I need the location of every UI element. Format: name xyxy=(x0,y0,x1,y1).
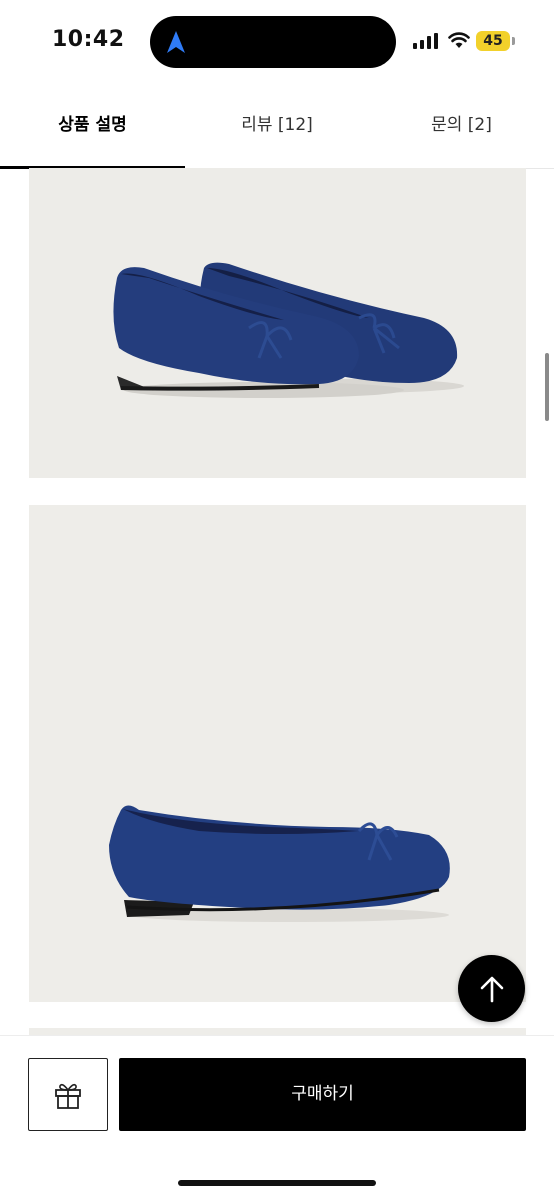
tab-description[interactable]: 상품 설명 xyxy=(0,84,185,168)
cellular-signal-icon xyxy=(413,33,438,49)
scroll-to-top-button[interactable] xyxy=(458,955,525,1022)
tab-bar: 상품 설명 리뷰 [12] 문의 [2] xyxy=(0,84,554,169)
gift-button[interactable] xyxy=(28,1058,108,1131)
dynamic-island xyxy=(150,16,396,68)
home-indicator xyxy=(178,1180,376,1186)
tab-inquiries[interactable]: 문의 [2] xyxy=(369,84,554,168)
product-image-single xyxy=(29,505,526,1002)
status-bar: 10:42 45 xyxy=(0,0,554,84)
buy-button[interactable]: 구매하기 xyxy=(119,1058,526,1131)
product-description xyxy=(0,168,554,1035)
scrollbar[interactable] xyxy=(545,353,549,421)
status-time: 10:42 xyxy=(52,27,125,52)
arrow-up-icon xyxy=(480,976,503,1002)
purchase-bar: 구매하기 xyxy=(0,1035,554,1201)
navigation-arrow-icon xyxy=(167,31,185,53)
battery-tip xyxy=(512,37,515,45)
gift-icon xyxy=(55,1083,81,1109)
tab-reviews[interactable]: 리뷰 [12] xyxy=(185,84,369,168)
product-image-next xyxy=(29,1028,526,1035)
product-image-pair xyxy=(29,168,526,478)
battery-indicator: 45 xyxy=(476,31,510,51)
wifi-icon xyxy=(448,32,470,48)
